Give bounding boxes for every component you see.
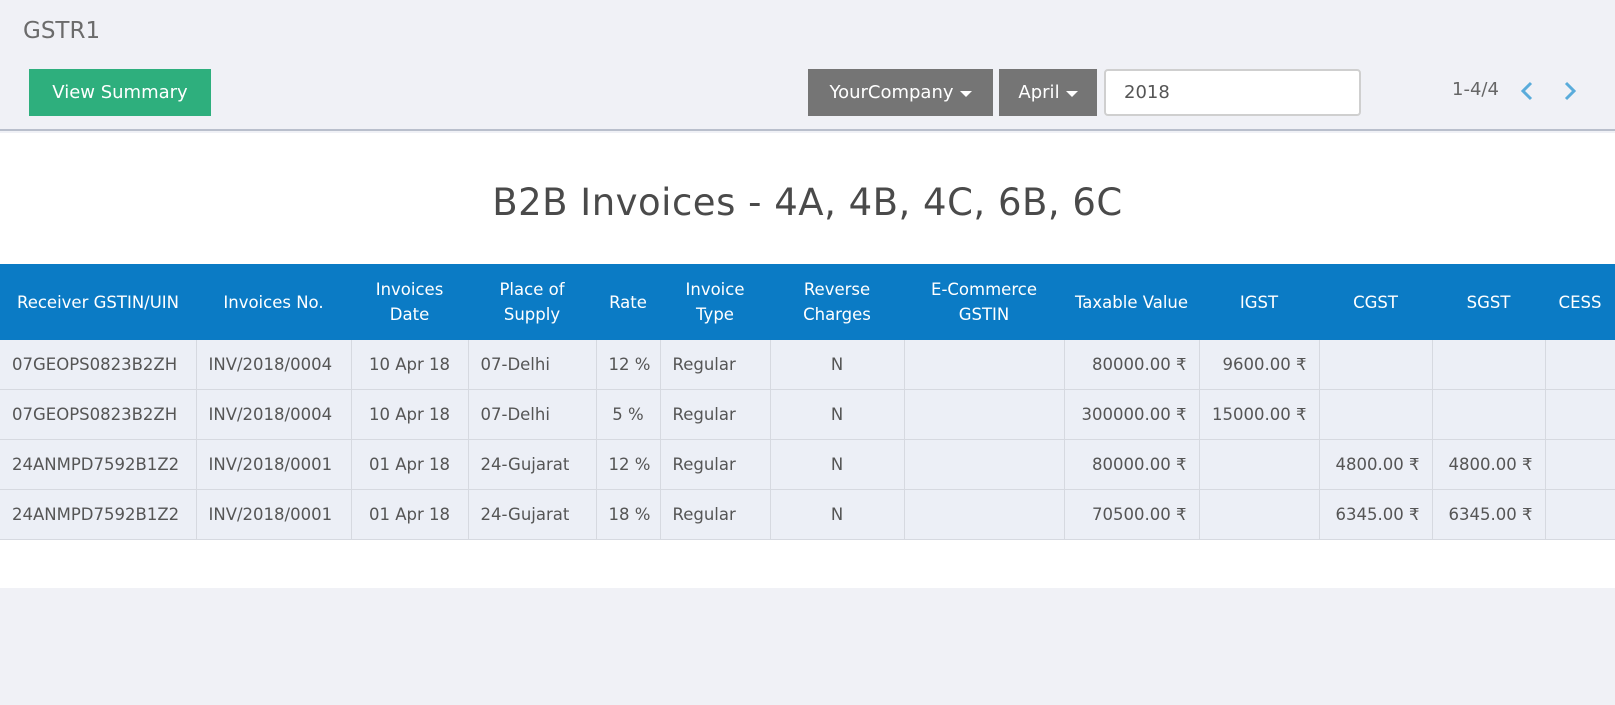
column-header[interactable]: IGST	[1199, 264, 1319, 340]
ecommerce-gstin-cell	[904, 439, 1065, 490]
report-content: B2B Invoices - 4A, 4B, 4C, 6B, 6C Receiv…	[0, 133, 1615, 588]
company-dropdown-label: YourCompany	[829, 82, 954, 103]
invoice-date-cell: 01 Apr 18	[351, 489, 469, 540]
sgst-cell	[1432, 389, 1546, 440]
invoice-date-cell: 10 Apr 18	[351, 340, 469, 390]
rate-cell[interactable]: 5 %	[596, 389, 661, 440]
column-header[interactable]: Invoice Type	[660, 264, 770, 340]
cess-cell	[1545, 389, 1615, 440]
invoice-number-link[interactable]: INV/2018/0004	[196, 389, 352, 440]
invoice-number-link[interactable]: INV/2018/0001	[196, 439, 352, 490]
invoice-type-cell: Regular	[660, 340, 771, 390]
cgst-cell: 4800.00 ₹	[1319, 439, 1433, 490]
cgst-cell	[1319, 389, 1433, 440]
table-row[interactable]: 24ANMPD7592B1Z2 INV/2018/0001 01 Apr 18 …	[0, 439, 1615, 490]
chevron-left-icon	[1521, 81, 1533, 101]
column-header[interactable]: SGST	[1432, 264, 1545, 340]
caret-down-icon	[959, 90, 972, 97]
invoice-type-cell: Regular	[660, 439, 771, 490]
cess-cell	[1545, 489, 1615, 540]
ecommerce-gstin-cell	[904, 389, 1065, 440]
column-header[interactable]: Rate	[596, 264, 660, 340]
gstin-cell: 07GEOPS0823B2ZH	[0, 340, 197, 390]
sgst-cell: 6345.00 ₹	[1432, 489, 1546, 540]
taxable-value-cell: 300000.00 ₹	[1064, 389, 1200, 440]
pager-value[interactable]: 1-4/4	[1452, 79, 1499, 100]
cess-cell	[1545, 340, 1615, 390]
place-of-supply-cell: 24-Gujarat	[468, 439, 597, 490]
column-header[interactable]: Taxable Value	[1064, 264, 1199, 340]
invoice-number-link[interactable]: INV/2018/0001	[196, 489, 352, 540]
month-dropdown-label: April	[1018, 82, 1060, 103]
view-summary-button[interactable]: View Summary	[29, 69, 211, 116]
gstin-cell: 24ANMPD7592B1Z2	[0, 439, 197, 490]
column-header[interactable]: Invoices No.	[196, 264, 351, 340]
column-header[interactable]: Receiver GSTIN/UIN	[0, 264, 196, 340]
chevron-right-icon	[1564, 81, 1576, 101]
column-header[interactable]: CGST	[1319, 264, 1432, 340]
rate-cell[interactable]: 12 %	[596, 340, 661, 390]
column-header[interactable]: Place of Supply	[468, 264, 596, 340]
reverse-charges-cell: N	[770, 489, 905, 540]
cgst-cell	[1319, 340, 1433, 390]
table-header-row: Receiver GSTIN/UIN Invoices No. Invoices…	[0, 264, 1615, 340]
table-row[interactable]: 07GEOPS0823B2ZH INV/2018/0004 10 Apr 18 …	[0, 340, 1615, 390]
igst-cell: 15000.00 ₹	[1199, 389, 1320, 440]
sgst-cell: 4800.00 ₹	[1432, 439, 1546, 490]
rate-cell[interactable]: 12 %	[596, 439, 661, 490]
control-panel: GSTR1 View Summary YourCompany April 201…	[0, 0, 1615, 131]
ecommerce-gstin-cell	[904, 340, 1065, 390]
column-header[interactable]: E-Commerce GSTIN	[904, 264, 1064, 340]
sgst-cell	[1432, 340, 1546, 390]
taxable-value-cell: 80000.00 ₹	[1064, 340, 1200, 390]
b2b-invoices-table: Receiver GSTIN/UIN Invoices No. Invoices…	[0, 264, 1615, 540]
gstin-cell: 24ANMPD7592B1Z2	[0, 489, 197, 540]
pager-next-button[interactable]	[1559, 78, 1581, 104]
caret-down-icon	[1065, 90, 1078, 97]
company-dropdown[interactable]: YourCompany	[808, 69, 993, 116]
reverse-charges-cell: N	[770, 340, 905, 390]
cgst-cell: 6345.00 ₹	[1319, 489, 1433, 540]
invoice-date-cell: 10 Apr 18	[351, 389, 469, 440]
invoice-date-cell: 01 Apr 18	[351, 439, 469, 490]
cess-cell	[1545, 439, 1615, 490]
column-header[interactable]: Invoices Date	[351, 264, 468, 340]
breadcrumb[interactable]: GSTR1	[23, 18, 100, 44]
rate-cell[interactable]: 18 %	[596, 489, 661, 540]
place-of-supply-cell: 07-Delhi	[468, 340, 597, 390]
igst-cell: 9600.00 ₹	[1199, 340, 1320, 390]
reverse-charges-cell: N	[770, 389, 905, 440]
report-title: B2B Invoices - 4A, 4B, 4C, 6B, 6C	[492, 181, 1123, 224]
taxable-value-cell: 80000.00 ₹	[1064, 439, 1200, 490]
reverse-charges-cell: N	[770, 439, 905, 490]
invoice-type-cell: Regular	[660, 489, 771, 540]
pager-previous-button[interactable]	[1516, 78, 1538, 104]
invoice-type-cell: Regular	[660, 389, 771, 440]
year-input[interactable]: 2018	[1104, 69, 1361, 116]
place-of-supply-cell: 07-Delhi	[468, 389, 597, 440]
igst-cell	[1199, 439, 1320, 490]
place-of-supply-cell: 24-Gujarat	[468, 489, 597, 540]
table-row[interactable]: 24ANMPD7592B1Z2 INV/2018/0001 01 Apr 18 …	[0, 489, 1615, 540]
taxable-value-cell: 70500.00 ₹	[1064, 489, 1200, 540]
invoice-number-link[interactable]: INV/2018/0004	[196, 340, 352, 390]
gstin-cell: 07GEOPS0823B2ZH	[0, 389, 197, 440]
month-dropdown[interactable]: April	[999, 69, 1097, 116]
column-header[interactable]: CESS	[1545, 264, 1615, 340]
column-header[interactable]: Reverse Charges	[770, 264, 904, 340]
ecommerce-gstin-cell	[904, 489, 1065, 540]
igst-cell	[1199, 489, 1320, 540]
table-row[interactable]: 07GEOPS0823B2ZH INV/2018/0004 10 Apr 18 …	[0, 389, 1615, 440]
